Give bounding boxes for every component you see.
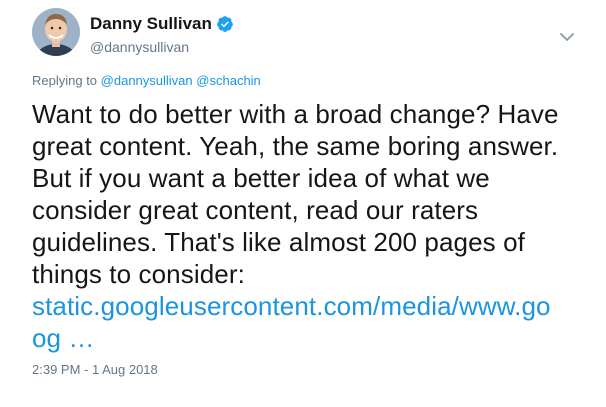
tweet-link[interactable]: static.googleusercontent.com/media/www.g… (32, 290, 592, 322)
name-row: Danny Sullivan (90, 14, 234, 34)
avatar[interactable] (32, 8, 80, 56)
tweet-header: Danny Sullivan @dannysullivan (32, 8, 586, 60)
verified-badge-icon (216, 15, 234, 33)
author-handle[interactable]: @dannysullivan (90, 38, 234, 56)
avatar-image (32, 8, 80, 56)
tweet-text: Want to do better with a broad change? H… (32, 98, 592, 354)
replying-to-label: Replying to (32, 73, 98, 88)
tweet-timestamp[interactable]: 2:39 PM - 1 Aug 2018 (32, 362, 158, 377)
author-block: Danny Sullivan @dannysullivan (90, 14, 234, 56)
tweet-link-continuation[interactable]: og … (32, 322, 592, 354)
tweet-text-line: guidelines. That's like almost 200 pages… (32, 227, 525, 257)
mention-link[interactable]: @dannysullivan (101, 73, 193, 88)
tweet-card: Danny Sullivan @dannysullivan Replying t… (0, 0, 606, 407)
replying-to: Replying to @dannysullivan @schachin (32, 73, 261, 88)
tweet-text-line: consider great content, read our raters (32, 195, 479, 225)
tweet-text-line: things to consider: (32, 259, 245, 289)
tweet-text-line: But if you want a better idea of what we (32, 163, 490, 193)
tweet-text-line: great content. Yeah, the same boring ans… (32, 131, 559, 161)
tweet-text-line: Want to do better with a broad change? H… (32, 99, 559, 129)
mention-link[interactable]: @schachin (196, 73, 261, 88)
chevron-down-icon (560, 32, 574, 41)
author-display-name[interactable]: Danny Sullivan (90, 14, 212, 34)
more-options-button[interactable] (556, 26, 578, 48)
